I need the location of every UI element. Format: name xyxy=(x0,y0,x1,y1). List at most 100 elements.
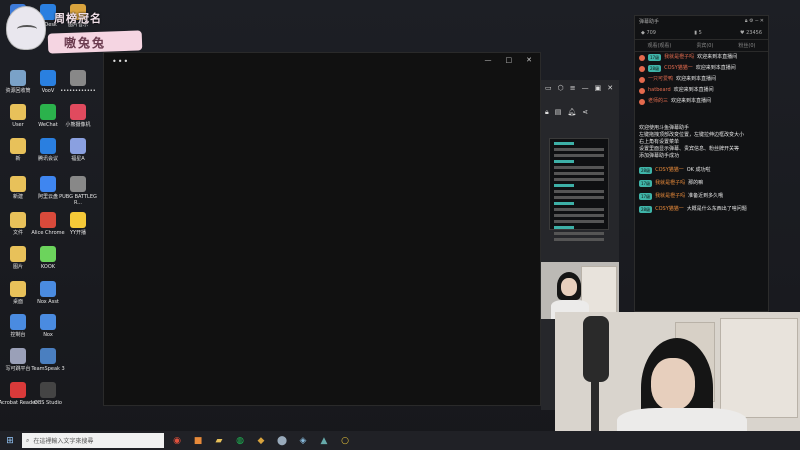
wechat-icon xyxy=(40,104,56,120)
avatar xyxy=(6,6,46,50)
medal-icon xyxy=(639,54,645,61)
system-messages: 欢迎使用斗鱼弹幕助手 左键拖拽顶部改变位置，左键拉伸边框改变大小 右上角有设置菜单设… xyxy=(635,125,768,160)
desktop-icon[interactable]: PUBG BATTLEGR... xyxy=(58,176,98,206)
level-badge: 17级 xyxy=(639,180,653,187)
chat-stats: ◆ 709 ▮ 5 ♥ 23456 xyxy=(635,27,768,39)
system-message: 欢迎使用斗鱼弹幕助手 xyxy=(639,125,690,131)
app-icon xyxy=(10,348,26,364)
copy-icon[interactable]: ▭ xyxy=(545,84,552,92)
lock-icon[interactable]: 🔒︎ xyxy=(545,108,549,117)
shirt-icon[interactable]: ⬡ xyxy=(558,84,564,92)
chat-messages: 17级 我就是橙子吗 欢迎来到本直播间 28级 COSY猫猫一 欢迎来到本直播间 一只可爱鸭… xyxy=(635,52,768,107)
level-badge: 17级 xyxy=(639,193,653,200)
camera-app-icon xyxy=(70,104,86,120)
desktop-icon[interactable]: Nox xyxy=(28,314,68,338)
chat-username[interactable]: COSY猫猫一 xyxy=(655,206,684,213)
spotify-icon[interactable]: ◍ xyxy=(232,433,248,449)
likes-stat: ♥ 23456 xyxy=(740,30,762,36)
share-icon[interactable]: ⋖ xyxy=(582,108,588,117)
minimize-icon[interactable]: — xyxy=(582,84,589,92)
steam-icon[interactable]: ⬤ xyxy=(274,433,290,449)
chat-tabs: 观看(观看) 贵宾(0) 粉丝(0) xyxy=(635,39,768,52)
chat-text: 欢迎来到本直播间 xyxy=(676,76,717,82)
chat-username[interactable]: 一只可爱鸭 xyxy=(648,76,673,83)
chat-username[interactable]: 老师的三 xyxy=(648,98,668,105)
window-titlebar[interactable]: — □ ✕ xyxy=(104,53,540,67)
tab-vip[interactable]: 贵宾(0) xyxy=(696,42,713,49)
chrome-icon xyxy=(40,212,56,228)
folder-icon xyxy=(10,138,26,154)
dock-icon[interactable]: ▣ xyxy=(595,84,602,92)
circle-taskbar-icon[interactable]: ○ xyxy=(337,433,353,449)
chat-text: 欢迎来到本直播间 xyxy=(697,54,738,60)
chat-username[interactable]: COSY猫猫一 xyxy=(655,167,684,174)
chat-window-controls[interactable]: 🔒︎ ⚙ ─ ✕ xyxy=(745,18,764,25)
desktop-icon[interactable]: YY开播 xyxy=(58,212,98,236)
nox-icon xyxy=(40,281,56,297)
acrobat-icon xyxy=(10,382,26,398)
stream-taskbar-icon[interactable]: ▲ xyxy=(316,433,332,449)
app-icon xyxy=(70,138,86,154)
chrome-taskbar-icon[interactable]: ◉ xyxy=(169,433,185,449)
game-taskbar-icon[interactable]: ◆ xyxy=(253,433,269,449)
maximize-button[interactable]: □ xyxy=(506,56,513,64)
pubg-icon xyxy=(70,176,86,192)
chat-username[interactable]: 我就是橙子吗 xyxy=(655,180,685,187)
chat-text: 准备近到多久哦 xyxy=(688,193,724,199)
desktop-icon[interactable]: 福星A xyxy=(58,138,98,162)
desktop-icon[interactable]: TeamSpeak 3 xyxy=(28,348,68,372)
chat-window-icon[interactable]: ▤ xyxy=(555,108,562,117)
desktop-icon[interactable]: KOOK xyxy=(28,246,68,270)
stream-banner: 周榜冠名 嗷兔兔 xyxy=(4,4,143,54)
viewers-count: 709 xyxy=(646,30,656,36)
chat-username[interactable]: hatbeard xyxy=(648,87,671,94)
tencent-meeting-icon xyxy=(40,138,56,154)
desktop-icon-label: KOOK xyxy=(40,264,56,270)
medal-icon xyxy=(639,65,645,72)
close-button[interactable]: ✕ xyxy=(526,56,532,64)
banner-name: 嗷兔兔 xyxy=(64,36,107,50)
chat-message: 28级 COSY猫猫一 OK 成功啦 xyxy=(635,164,768,177)
chat-username[interactable]: COSY猫猫一 xyxy=(664,65,693,72)
file-explorer-icon[interactable]: ▰ xyxy=(211,433,227,449)
chat-preview-thumbnail xyxy=(549,138,609,241)
desktop-icon-label: TeamSpeak 3 xyxy=(31,366,65,372)
chat-username[interactable]: 我就是橙子吗 xyxy=(655,193,685,200)
player-window[interactable]: ••• — □ ✕ xyxy=(103,52,541,406)
taskbar-search[interactable]: ⌕ 在這裡輸入文字來搜尋 xyxy=(22,433,164,448)
chat-username[interactable]: 我就是橙子吗 xyxy=(664,54,694,61)
chat-message: 17级 我就是橙子吗 那的嘛 xyxy=(635,177,768,190)
webcam-main xyxy=(555,312,800,450)
chat-message: 一只可爱鸭 欢迎来到本直播间 xyxy=(635,74,768,85)
chat-messages-large: 28级 COSY猫猫一 OK 成功啦 17级 我就是橙子吗 那的嘛 17级 我就是橙子吗 准备近… xyxy=(635,164,768,216)
app-taskbar-icon[interactable]: ■ xyxy=(190,433,206,449)
chat-header[interactable]: 弹幕助手 🔒︎ ⚙ ─ ✕ xyxy=(635,16,768,27)
menu-icon[interactable]: ≡ xyxy=(570,84,576,92)
desktop-icon-label: 小熊摄像机 xyxy=(65,122,91,128)
gifts-count: 5 xyxy=(698,30,702,36)
desktop-icon[interactable]: Nox Asst xyxy=(28,281,68,305)
tab-viewers[interactable]: 观看(观看) xyxy=(647,42,671,49)
tab-fans[interactable]: 粉丝(0) xyxy=(738,42,755,49)
gifts-stat: ▮ 5 xyxy=(694,30,702,36)
minimize-button[interactable]: — xyxy=(485,56,492,64)
more-menu-icon[interactable]: ••• xyxy=(112,57,129,66)
close-icon[interactable]: ✕ xyxy=(607,84,613,92)
bell-icon[interactable]: 🔔︎ xyxy=(567,108,576,117)
danmu-assistant-panel[interactable]: 弹幕助手 🔒︎ ⚙ ─ ✕ ◆ 709 ▮ 5 ♥ 23456 观看(观看) 贵… xyxy=(634,15,769,312)
desktop-icon[interactable]: 小熊摄像机 xyxy=(58,104,98,128)
windows-start-icon[interactable]: ⊞ xyxy=(0,431,20,450)
desktop-icon-label: Nox xyxy=(43,332,53,338)
file-icon xyxy=(10,176,26,192)
desktop-icon[interactable]: •••••••••••• xyxy=(58,70,98,94)
yy-icon xyxy=(70,212,86,228)
chat-text: 欢迎来到本直播间 xyxy=(695,65,736,71)
viewers-stat: ◆ 709 xyxy=(641,30,656,36)
chat-text: 大概是什么东西出了啥问题 xyxy=(686,206,747,212)
desktop-icon-label: PUBG BATTLEGR... xyxy=(59,194,97,206)
desktop-icon-label: •••••••••••• xyxy=(60,88,96,94)
search-icon: ⌕ xyxy=(26,436,30,444)
tool-taskbar-icon[interactable]: ◈ xyxy=(295,433,311,449)
desktop-icon-label: YY开播 xyxy=(69,230,87,236)
desktop-icon[interactable]: OBS Studio xyxy=(28,382,68,406)
